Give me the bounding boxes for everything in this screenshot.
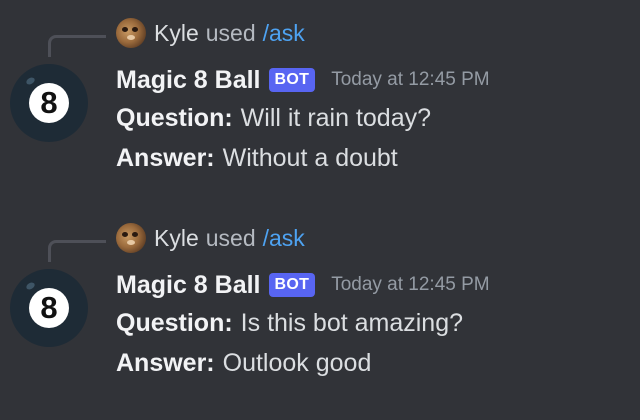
- answer-text: Without a doubt: [222, 144, 398, 172]
- command-link[interactable]: /ask: [263, 20, 305, 47]
- interaction-user-name[interactable]: Kyle: [154, 225, 199, 252]
- ball-highlight: [25, 76, 36, 86]
- reply-spine: [48, 35, 106, 57]
- bot-tag-badge: BOT: [268, 68, 316, 92]
- message-header: Magic 8 Ball BOT Today at 12:45 PM: [116, 265, 490, 305]
- interaction-user-name[interactable]: Kyle: [154, 20, 199, 47]
- question-text: Will it rain today?: [240, 104, 432, 132]
- cat-avatar-icon[interactable]: [116, 223, 146, 253]
- ball-number: 8: [29, 288, 69, 328]
- ball-number: 8: [29, 83, 69, 123]
- question-line: Question: Will it rain today?: [116, 104, 431, 133]
- interaction-header: Kyle used /ask: [116, 17, 305, 49]
- message-header: Magic 8 Ball BOT Today at 12:45 PM: [116, 60, 490, 100]
- magic-8-ball-icon[interactable]: 8: [10, 269, 88, 347]
- interaction-used-text: used: [205, 19, 256, 46]
- question-label: Question:: [116, 104, 233, 132]
- ball-highlight: [25, 281, 36, 291]
- cat-avatar-icon[interactable]: [116, 18, 146, 48]
- answer-line: Answer: Outlook good: [116, 349, 371, 378]
- timestamp[interactable]: Today at 12:45 PM: [331, 274, 489, 296]
- author-name[interactable]: Magic 8 Ball: [116, 66, 261, 95]
- question-line: Question: Is this bot amazing?: [116, 309, 463, 338]
- command-link[interactable]: /ask: [263, 225, 305, 252]
- answer-label: Answer:: [116, 349, 215, 377]
- message: Kyle used /ask 8 Magic 8 Ball BOT Today …: [0, 217, 640, 407]
- message: Kyle used /ask 8 Magic 8 Ball BOT Today …: [0, 12, 640, 202]
- question-label: Question:: [116, 309, 233, 337]
- interaction-header: Kyle used /ask: [116, 222, 305, 254]
- bot-tag-badge: BOT: [268, 273, 316, 297]
- magic-8-ball-icon[interactable]: 8: [10, 64, 88, 142]
- timestamp[interactable]: Today at 12:45 PM: [331, 69, 489, 91]
- answer-text: Outlook good: [222, 349, 372, 377]
- question-text: Is this bot amazing?: [240, 309, 464, 337]
- interaction-used-text: used: [205, 224, 256, 251]
- chat-messages: Kyle used /ask 8 Magic 8 Ball BOT Today …: [0, 0, 640, 420]
- answer-line: Answer: Without a doubt: [116, 144, 398, 173]
- author-name[interactable]: Magic 8 Ball: [116, 271, 261, 300]
- reply-spine: [48, 240, 106, 262]
- answer-label: Answer:: [116, 144, 215, 172]
